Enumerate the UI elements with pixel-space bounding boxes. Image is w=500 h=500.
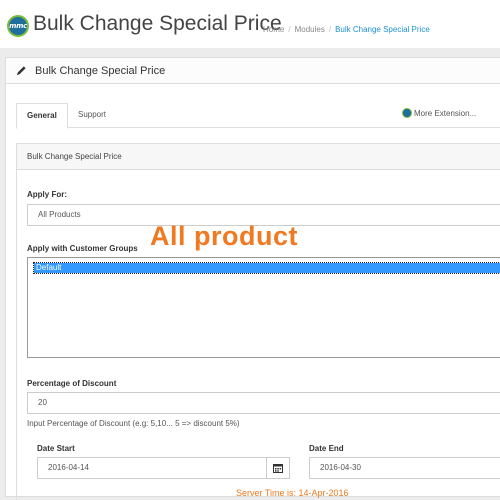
date-end-input[interactable]: 2016-04-30	[309, 457, 500, 479]
breadcrumb-home[interactable]: Home	[263, 25, 284, 34]
breadcrumb: Home / Modules / Bulk Change Special Pri…	[263, 25, 430, 34]
form-section-title: Bulk Change Special Price	[17, 144, 500, 170]
more-extensions-link[interactable]: More Extension...	[402, 108, 476, 118]
date-start-input[interactable]: 2016-04-14	[37, 457, 267, 479]
tab-general[interactable]: General	[16, 103, 68, 129]
customer-groups-label: Apply with Customer Groups	[27, 244, 138, 253]
customer-group-option-default[interactable]: Default	[33, 262, 500, 274]
main-panel: Bulk Change Special Price General Suppor…	[5, 57, 500, 500]
date-end-label: Date End	[309, 444, 344, 453]
discount-input[interactable]: 20	[27, 392, 500, 414]
mmc-logo: mmc	[7, 15, 29, 37]
discount-help-text: Input Percentage of Discount (e.g: 5,10.…	[27, 419, 240, 428]
discount-label: Percentage of Discount	[27, 379, 117, 388]
form-section: Bulk Change Special Price Apply For: All…	[16, 143, 500, 500]
mmc-mini-logo-icon	[402, 108, 412, 118]
date-start-label: Date Start	[37, 444, 75, 453]
breadcrumb-current[interactable]: Bulk Change Special Price	[335, 25, 430, 34]
more-extensions-label: More Extension...	[414, 108, 477, 118]
page-header: mmc Bulk Change Special Price Home / Mod…	[0, 0, 500, 48]
breadcrumb-modules[interactable]: Modules	[295, 25, 325, 34]
tab-bar: General Support More Extension...	[16, 103, 500, 129]
calendar-icon	[273, 464, 283, 473]
apply-for-label: Apply For:	[27, 190, 67, 199]
panel-heading-title: Bulk Change Special Price	[35, 64, 166, 77]
date-start-calendar-button[interactable]	[266, 457, 290, 479]
breadcrumb-separator: /	[328, 25, 332, 34]
customer-groups-multiselect[interactable]: Default	[27, 257, 500, 358]
panel-heading: Bulk Change Special Price	[6, 58, 500, 84]
tab-support[interactable]: Support	[68, 103, 116, 128]
annotation-overlay: All product	[150, 221, 298, 251]
page-title: Bulk Change Special Price	[33, 12, 282, 35]
pencil-icon	[16, 66, 26, 76]
server-time-text: Server Time is: 14-Apr-2016	[236, 488, 349, 498]
breadcrumb-separator: /	[288, 25, 291, 34]
